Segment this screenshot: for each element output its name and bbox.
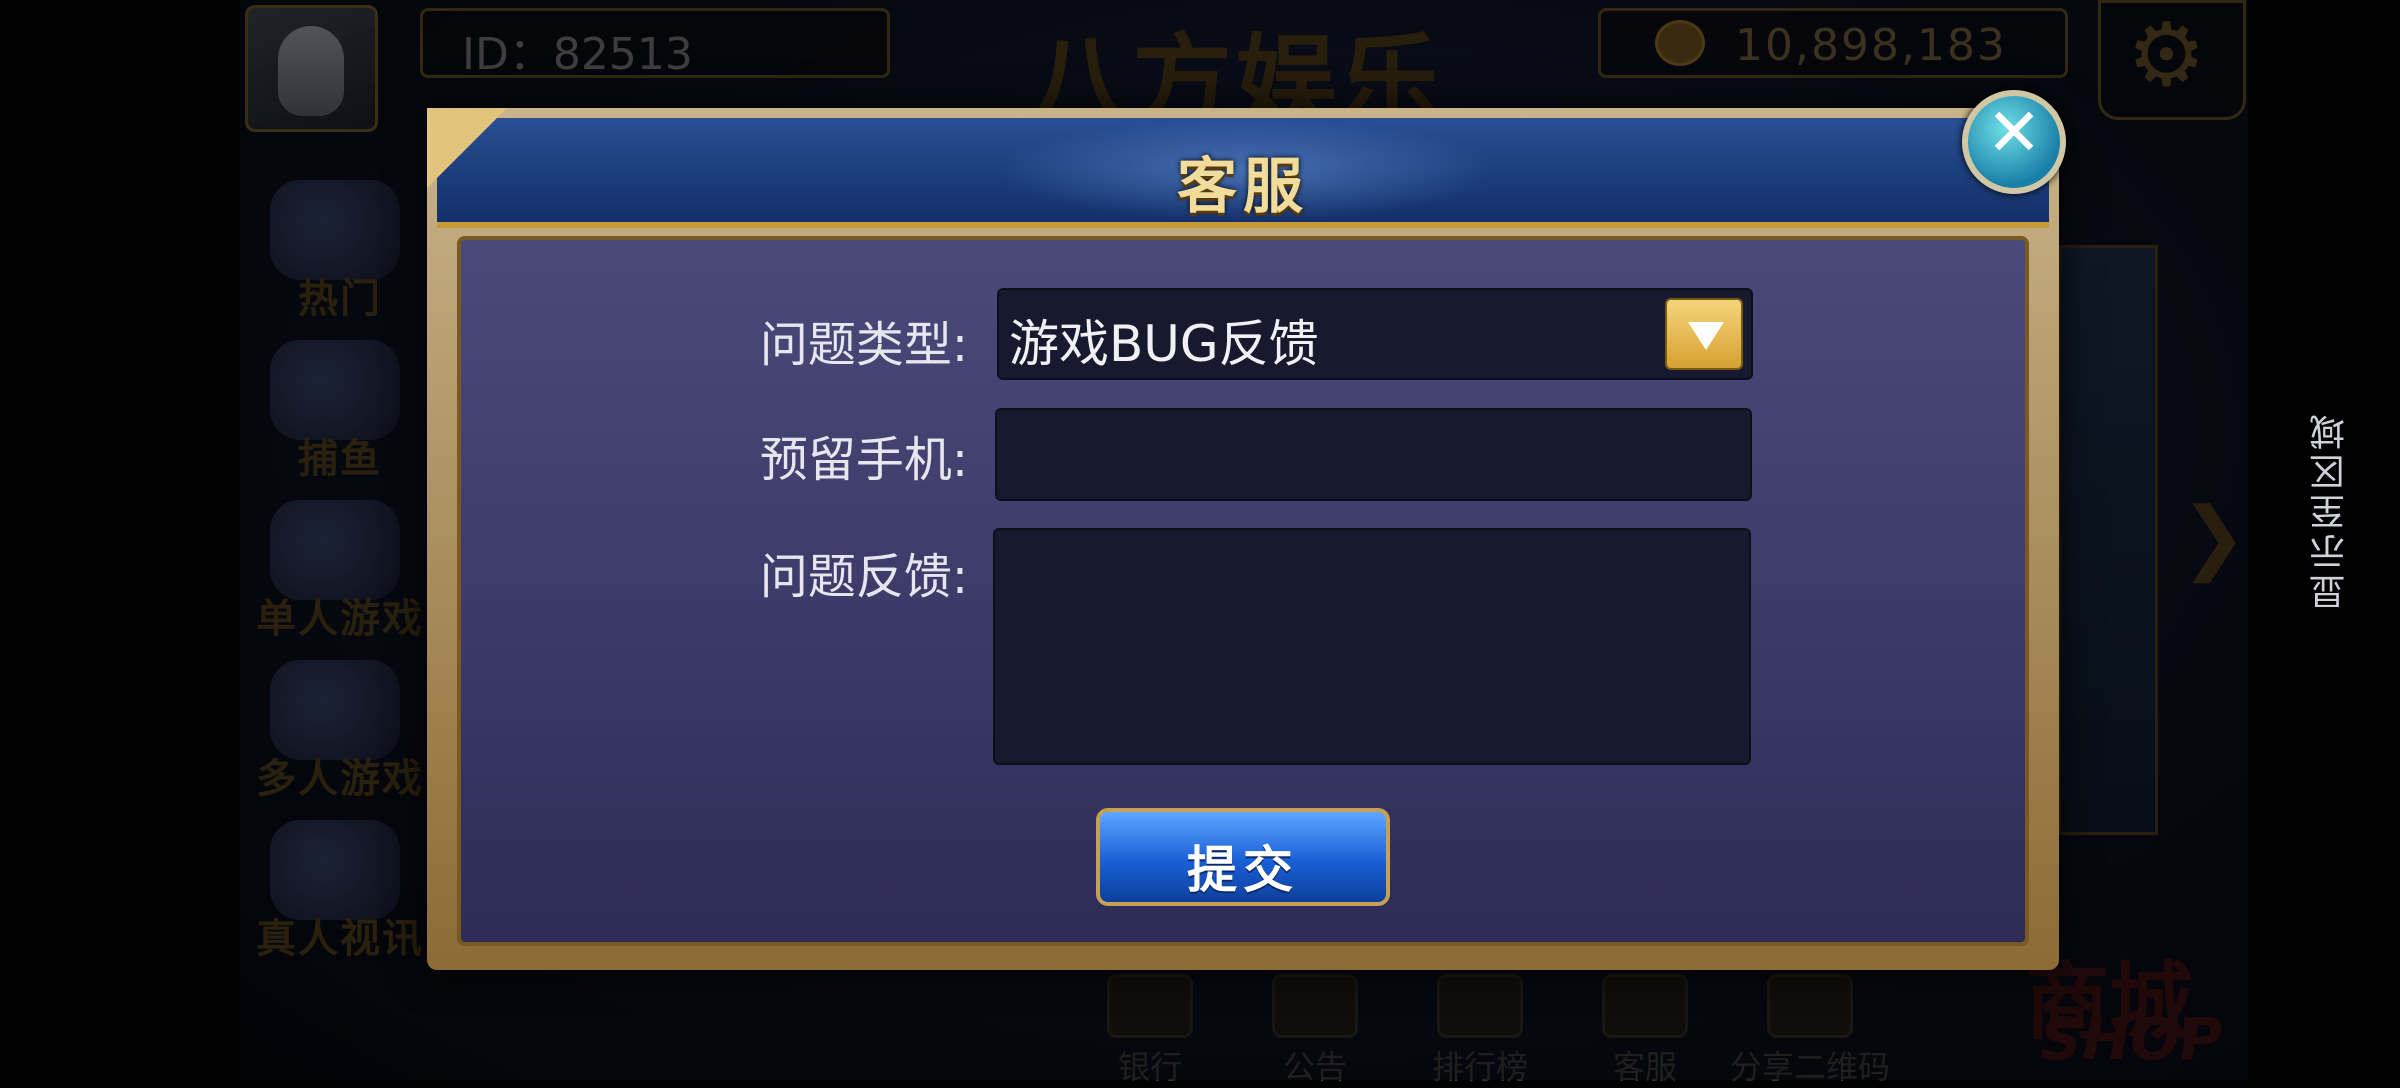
corner-ornament (427, 108, 507, 188)
submit-label: 提交 (1187, 841, 1299, 899)
dialog-title: 客服 (1177, 152, 1309, 222)
dialog-header: 客服 (437, 118, 2049, 228)
side-vertical-text: 显示至区域 (2310, 410, 2351, 610)
issue-type-select[interactable]: 游戏BUG反馈 (997, 288, 1753, 380)
feedback-textarea[interactable] (993, 528, 1751, 765)
chevron-down-icon (1688, 322, 1724, 350)
close-button[interactable]: ✕ (1962, 90, 2066, 194)
issue-type-label: 问题类型: (759, 317, 968, 373)
submit-button[interactable]: 提交 (1096, 808, 1390, 906)
phone-input[interactable] (995, 408, 1752, 501)
feedback-label: 问题反馈: (759, 549, 968, 605)
phone-label: 预留手机: (759, 432, 968, 488)
issue-type-value: 游戏BUG反馈 (1009, 315, 1319, 373)
dropdown-button[interactable] (1665, 298, 1743, 370)
close-icon: ✕ (1986, 94, 2042, 171)
